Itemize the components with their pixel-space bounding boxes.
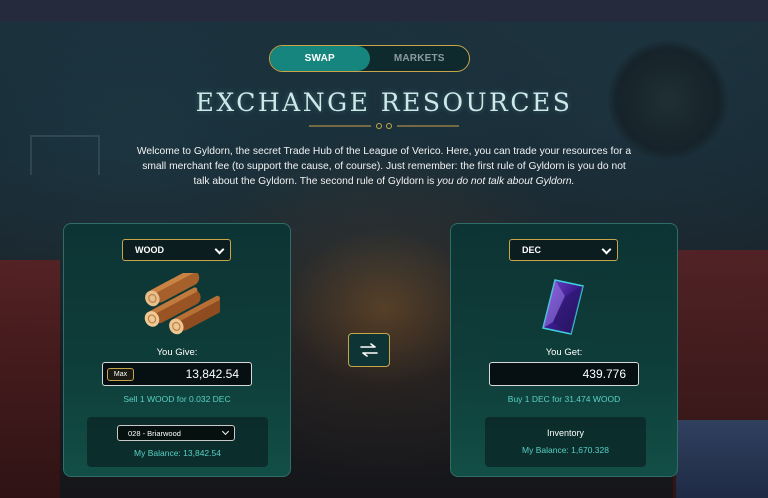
dec-crystal-icon: [542, 279, 584, 335]
give-card: WOOD You Give: Max 13,842.54 Sell 1 WOOD: [63, 223, 291, 477]
inventory-panel: Inventory My Balance: 1,670.328: [485, 417, 646, 467]
swap-direction-button[interactable]: [348, 333, 390, 367]
buy-rate: Buy 1 DEC for 31.474 WOOD: [507, 394, 621, 404]
background-roof: [30, 135, 100, 175]
get-resource-select[interactable]: DEC: [509, 239, 618, 261]
get-balance: My Balance: 1,670.328: [522, 445, 609, 455]
intro-text: Welcome to Gyldorn, the secret Trade Hub…: [134, 144, 634, 189]
background-awning-left: [0, 260, 60, 498]
give-amount-field[interactable]: Max 13,842.54: [102, 362, 252, 386]
swap-arrows-icon: [360, 343, 378, 357]
swap-markets-tabs: SWAP MARKETS: [269, 45, 470, 72]
give-resource-value: WOOD: [135, 245, 164, 255]
get-resource-value: DEC: [522, 245, 542, 255]
give-resource-select[interactable]: WOOD: [122, 239, 231, 261]
land-select-value: 028 - Briarwood: [128, 428, 181, 438]
get-amount-value: 439.776: [582, 367, 626, 381]
sell-rate: Sell 1 WOOD for 0.032 DEC: [123, 394, 231, 404]
give-label: You Give:: [156, 347, 198, 358]
tab-swap[interactable]: SWAP: [270, 46, 370, 71]
page-title: EXCHANGE RESOURCES: [195, 88, 573, 117]
title-ornament: [309, 123, 459, 129]
give-balance: My Balance: 13,842.54: [134, 448, 221, 458]
get-label: You Get:: [545, 347, 583, 358]
chevron-down-icon: [601, 244, 612, 255]
chevron-down-icon: [221, 427, 230, 436]
max-button[interactable]: Max: [107, 368, 134, 381]
get-amount-field[interactable]: 439.776: [489, 362, 639, 386]
chevron-down-icon: [214, 244, 225, 255]
give-land-panel: 028 - Briarwood My Balance: 13,842.54: [87, 417, 268, 467]
background-tent-right: [676, 420, 768, 498]
wood-logs-icon: [144, 273, 220, 335]
top-bar: [0, 0, 768, 22]
land-select[interactable]: 028 - Briarwood: [117, 425, 235, 441]
give-amount-value: 13,842.54: [185, 367, 239, 381]
inventory-label: Inventory: [546, 428, 585, 438]
intro-emphasis: you do not talk about Gyldorn.: [437, 176, 575, 187]
get-card: DEC You Get: 439.776 Buy 1 DEC for 31.47…: [450, 223, 678, 477]
tab-markets[interactable]: MARKETS: [370, 46, 470, 71]
